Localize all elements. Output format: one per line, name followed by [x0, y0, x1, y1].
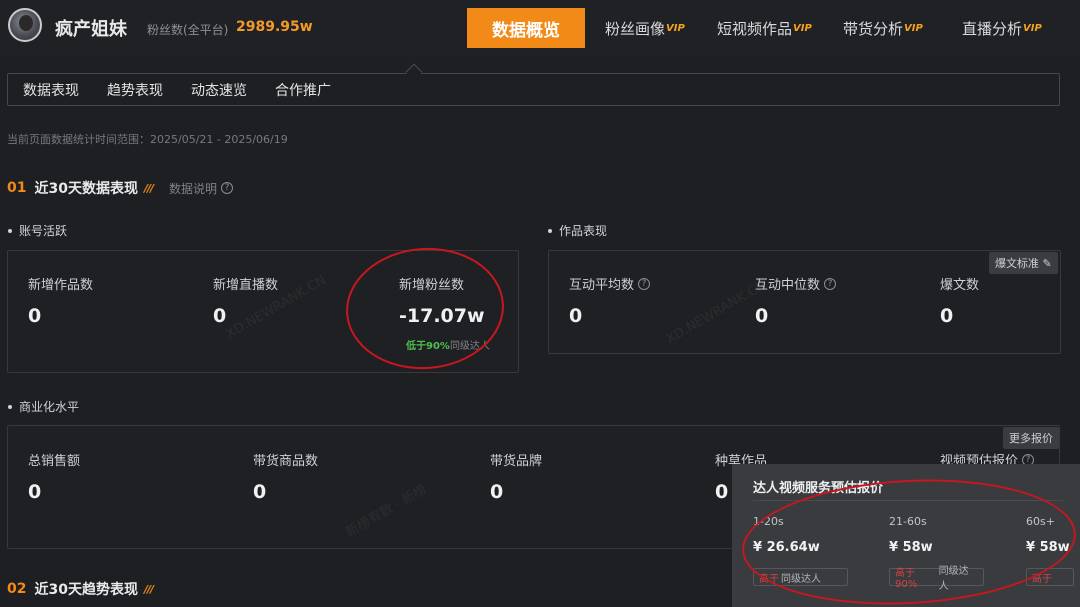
vip-badge: VIP	[793, 22, 812, 34]
more-quotes-button[interactable]: 更多报价	[1003, 427, 1059, 449]
metric-label: 总销售额	[28, 454, 81, 469]
tab-fan-profile[interactable]: 粉丝画像 VIP	[605, 8, 685, 48]
subtab-data-performance[interactable]: 数据表现	[23, 80, 79, 100]
quote-compare: 高于90% 同级达人	[889, 566, 984, 592]
data-explanation-label: 数据说明	[169, 181, 218, 196]
section-title: 近30天数据表现	[34, 181, 138, 197]
metric-new-fans: 新增粉丝数 -17.07w	[399, 274, 485, 327]
edit-icon: ✎	[1042, 257, 1052, 270]
quote-compare: 高于 同级达人	[753, 568, 848, 586]
tab-data-overview[interactable]: 数据概览	[467, 8, 585, 48]
metric-label: 新增直播数	[213, 278, 279, 293]
metric-brands: 带货品牌 0	[490, 450, 542, 503]
quote-column-60s-plus: 60s+ ¥ 58w 高于	[1026, 515, 1074, 586]
metric-value: 0	[28, 305, 42, 327]
avatar[interactable]	[8, 8, 42, 42]
metric-label: 新增作品数	[28, 278, 94, 293]
metric-median-interaction: 互动中位数? 0	[755, 274, 837, 327]
question-icon[interactable]: ?	[824, 277, 837, 290]
subtab-activity[interactable]: 动态速览	[191, 80, 247, 100]
account-name: 疯产姐妹	[55, 19, 127, 40]
popup-divider	[753, 500, 1063, 501]
subtab-cooperation[interactable]: 合作推广	[275, 80, 331, 100]
fans-count-label: 粉丝数(全平台)	[147, 23, 229, 37]
metric-total-sales: 总销售额 0	[28, 450, 80, 503]
metric-avg-interaction: 互动平均数? 0	[569, 274, 651, 327]
quote-duration: 60s+	[1026, 515, 1055, 528]
section-number: 02	[7, 581, 27, 597]
sub-tab-bar: 数据表现 趋势表现 动态速览 合作推广	[7, 73, 1060, 106]
tab-live-analysis[interactable]: 直播分析 VIP	[962, 8, 1042, 48]
tab-label: 直播分析	[962, 19, 1023, 38]
metric-label: 新增粉丝数	[399, 278, 465, 293]
compare-highlight: 高于	[759, 573, 779, 585]
vip-badge: VIP	[904, 22, 923, 34]
slash-deco-icon: ///	[143, 582, 154, 596]
works-performance-title: 作品表现	[548, 222, 607, 239]
metric-value: -17.07w	[399, 305, 485, 327]
quote-column-21-60s: 21-60s ¥ 58w 高于90% 同级达人	[889, 515, 984, 592]
compare-highlight: 低于90%	[406, 341, 450, 352]
metric-value: 0	[253, 481, 267, 503]
compare-highlight: 高于90%	[895, 568, 918, 590]
quote-duration: 1-20s	[753, 515, 784, 528]
compare-suffix: 同级达人	[449, 341, 490, 352]
tab-label: 带货分析	[843, 19, 904, 38]
section-title: 近30天趋势表现	[34, 582, 138, 598]
question-icon[interactable]: ?	[221, 182, 234, 194]
metric-label: 爆文数	[940, 278, 980, 293]
compare-highlight: 高于	[1032, 573, 1052, 585]
tab-commerce-analysis[interactable]: 带货分析 VIP	[843, 8, 923, 48]
metric-viral-count: 爆文数 0	[940, 274, 979, 327]
metric-value: 0	[569, 305, 583, 327]
viral-standard-button[interactable]: 爆文标准 ✎	[989, 252, 1058, 274]
date-range-note: 当前页面数据统计时间范围：2025/05/21 - 2025/06/19	[7, 133, 288, 146]
quote-column-1-20s: 1-20s ¥ 26.64w 高于 同级达人	[753, 515, 848, 586]
quote-compare: 高于	[1026, 568, 1074, 586]
compare-suffix: 同级达人	[781, 573, 821, 585]
tab-label: 短视频作品	[717, 19, 793, 38]
vip-badge: VIP	[1023, 22, 1042, 34]
quote-price: ¥ 58w	[889, 540, 933, 555]
metric-goods-count: 带货商品数 0	[253, 450, 318, 503]
quote-price: ¥ 58w	[1026, 540, 1070, 555]
section-number: 01	[7, 180, 27, 196]
compare-suffix: 同级达人	[938, 566, 969, 592]
data-explanation-link[interactable]: 数据说明 ?	[169, 180, 234, 197]
metric-value: 0	[28, 481, 42, 503]
metric-value: 0	[940, 305, 954, 327]
tab-short-video[interactable]: 短视频作品 VIP	[717, 8, 812, 48]
section-heading: 01 近30天数据表现 /// 数据说明 ?	[7, 178, 234, 198]
quote-price: ¥ 26.64w	[753, 540, 820, 555]
vip-badge: VIP	[666, 22, 685, 34]
metric-new-works: 新增作品数 0	[28, 274, 93, 327]
metric-value: 0	[755, 305, 769, 327]
account-activity-title: 账号活跃	[8, 222, 67, 239]
popup-title: 达人视频服务预估报价	[753, 481, 884, 496]
commerce-level-title: 商业化水平	[8, 398, 79, 415]
quote-duration: 21-60s	[889, 515, 927, 528]
section-heading: 02 近30天趋势表现 ///	[7, 579, 154, 599]
fans-compare-note: 低于90%同级达人	[406, 337, 490, 352]
viral-standard-label: 爆文标准	[995, 257, 1039, 270]
fans-count-value: 2989.95w	[236, 19, 313, 35]
subtab-trend[interactable]: 趋势表现	[107, 80, 163, 100]
metric-label: 带货品牌	[490, 454, 543, 469]
video-quote-popup: 达人视频服务预估报价 1-20s ¥ 26.64w 高于 同级达人 21-60s …	[732, 464, 1080, 607]
tab-label: 粉丝画像	[605, 19, 666, 38]
metric-label: 带货商品数	[253, 454, 319, 469]
question-icon[interactable]: ?	[638, 277, 651, 290]
metric-value: 0	[490, 481, 504, 503]
metric-label: 互动平均数	[569, 278, 635, 293]
slash-deco-icon: ///	[143, 181, 154, 195]
